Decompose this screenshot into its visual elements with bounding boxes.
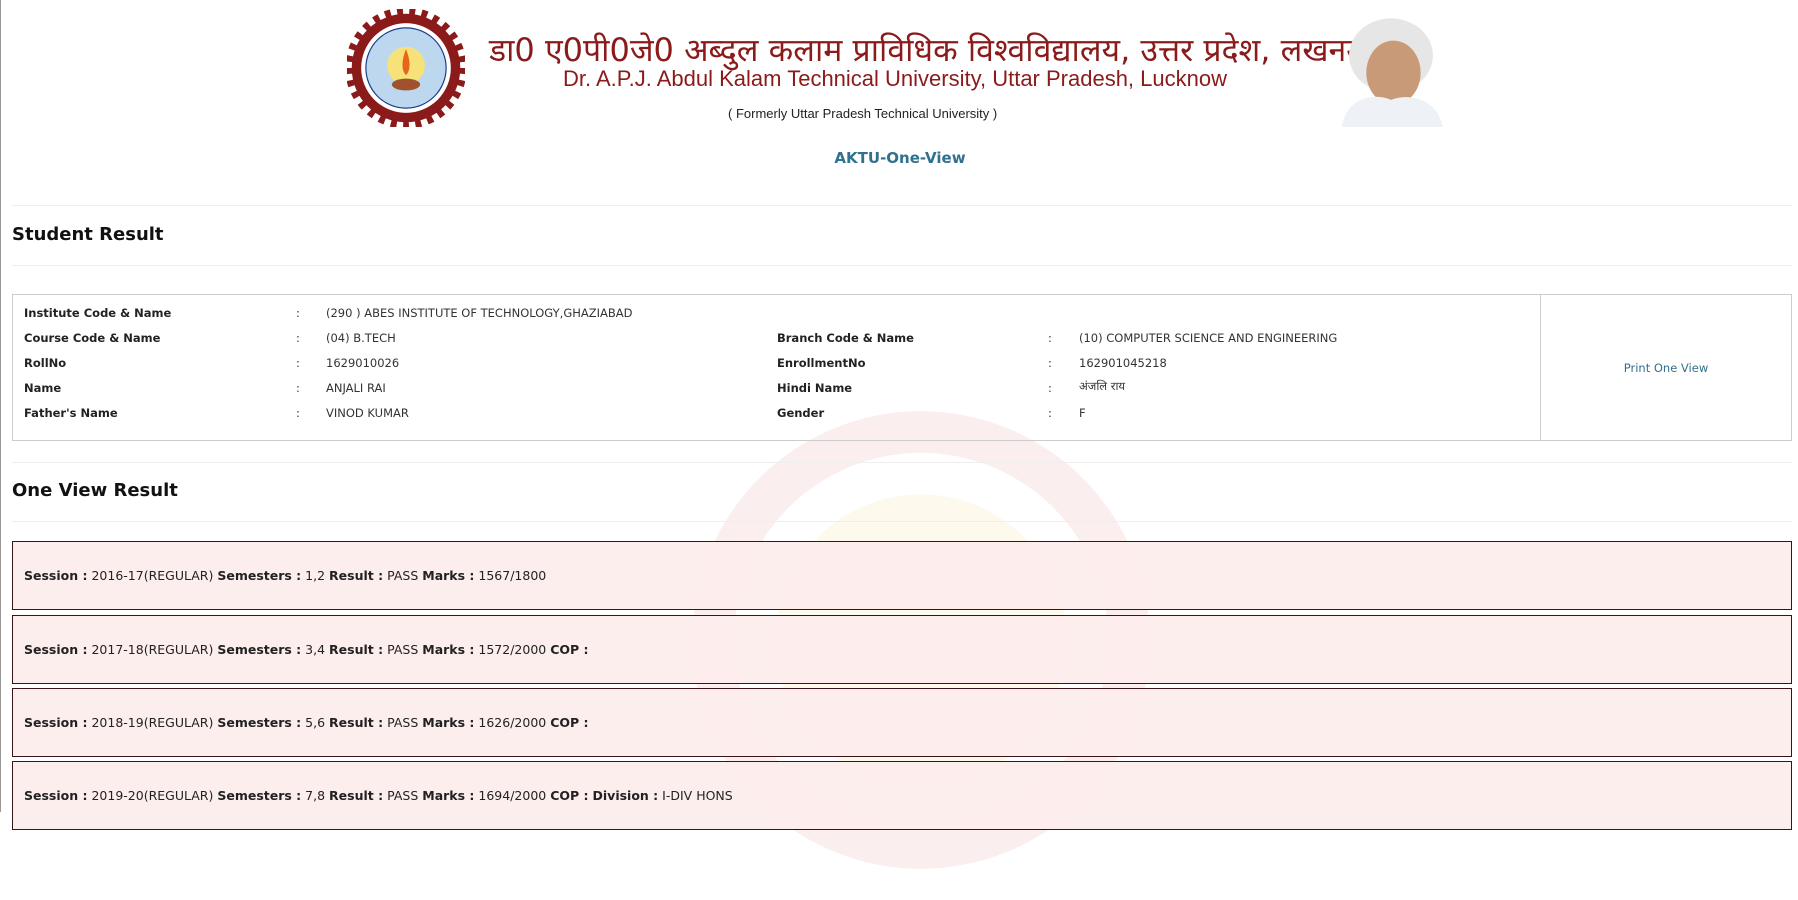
result-label: Result : <box>329 642 384 657</box>
course-label: Course Code & Name <box>24 331 161 345</box>
colon: : <box>1048 381 1052 395</box>
marks-value: 1626/2000 <box>478 715 547 730</box>
branch-value: (10) COMPUTER SCIENCE AND ENGINEERING <box>1079 331 1338 345</box>
result-label: Result : <box>329 788 384 803</box>
marks-value: 1572/2000 <box>478 642 547 657</box>
marks-label: Marks : <box>422 568 475 583</box>
cop-label: COP : <box>550 788 589 803</box>
colon: : <box>1048 331 1052 345</box>
name-value: ANJALI RAI <box>326 381 386 395</box>
rollno-value: 1629010026 <box>326 356 400 370</box>
session-value: 2019-20(REGULAR) <box>91 788 214 803</box>
university-english-title: Dr. A.P.J. Abdul Kalam Technical Univers… <box>563 66 1227 91</box>
marks-label: Marks : <box>422 788 475 803</box>
hindi-name-value: अंजलि राय <box>1079 379 1126 393</box>
marks-label: Marks : <box>422 715 475 730</box>
semesters-value: 3,4 <box>305 642 326 657</box>
gender-value: F <box>1079 406 1086 420</box>
session-result-row: Session : 2018-19(REGULAR) Semesters : 5… <box>12 688 1792 757</box>
marks-value: 1694/2000 <box>478 788 547 803</box>
enrollment-label: EnrollmentNo <box>777 356 866 370</box>
session-value: 2017-18(REGULAR) <box>91 642 214 657</box>
semesters-value: 7,8 <box>305 788 326 803</box>
name-label: Name <box>24 381 62 395</box>
colon: : <box>296 306 300 320</box>
father-label: Father's Name <box>24 406 118 420</box>
semesters-label: Semesters : <box>217 568 302 583</box>
gender-label: Gender <box>777 406 825 420</box>
division-label: Division : <box>592 788 659 803</box>
cop-label: COP : <box>550 642 589 657</box>
cop-label: COP : <box>550 715 589 730</box>
semesters-value: 1,2 <box>305 568 326 583</box>
divider <box>12 462 1792 463</box>
result-value: PASS <box>387 642 419 657</box>
university-hindi-title: डा0 ए0पी0जे0 अब्दुल कलाम प्राविधिक विश्व… <box>489 31 1372 69</box>
result-label: Result : <box>329 715 384 730</box>
university-logo <box>347 9 465 127</box>
course-value: (04) B.TECH <box>326 331 396 345</box>
one-view-result-heading: One View Result <box>12 480 178 501</box>
father-value: VINOD KUMAR <box>326 406 409 420</box>
formerly-note: ( Formerly Uttar Pradesh Technical Unive… <box>728 106 998 121</box>
divider <box>12 521 1792 522</box>
colon: : <box>296 406 300 420</box>
semesters-label: Semesters : <box>217 642 302 657</box>
divider <box>12 205 1792 206</box>
session-label: Session : <box>24 642 88 657</box>
institute-label: Institute Code & Name <box>24 306 172 320</box>
session-label: Session : <box>24 788 88 803</box>
rollno-label: RollNo <box>24 356 67 370</box>
marks-value: 1567/1800 <box>478 568 547 583</box>
result-value: PASS <box>387 715 419 730</box>
session-value: 2018-19(REGULAR) <box>91 715 214 730</box>
enrollment-value: 162901045218 <box>1079 356 1167 370</box>
session-label: Session : <box>24 715 88 730</box>
student-info-table: Institute Code & Name : (290 ) ABES INST… <box>12 294 1792 441</box>
colon: : <box>296 331 300 345</box>
colon: : <box>296 381 300 395</box>
print-one-view-link[interactable]: Print One View <box>1541 361 1791 375</box>
session-result-row: Session : 2019-20(REGULAR) Semesters : 7… <box>12 761 1792 830</box>
division-value: I-DIV HONS <box>662 788 733 803</box>
session-result-row: Session : 2017-18(REGULAR) Semesters : 3… <box>12 615 1792 684</box>
semesters-value: 5,6 <box>305 715 326 730</box>
institute-value: (290 ) ABES INSTITUTE OF TECHNOLOGY,GHAZ… <box>326 306 633 320</box>
aktu-one-view-link[interactable]: AKTU-One-View <box>1 149 1798 167</box>
session-result-row: Session : 2016-17(REGULAR) Semesters : 1… <box>12 541 1792 610</box>
semesters-label: Semesters : <box>217 715 302 730</box>
colon: : <box>1048 406 1052 420</box>
colon: : <box>296 356 300 370</box>
session-value: 2016-17(REGULAR) <box>91 568 214 583</box>
result-label: Result : <box>329 568 384 583</box>
result-value: PASS <box>387 568 419 583</box>
divider <box>12 265 1792 266</box>
aktu-one-view-text[interactable]: AKTU-One-View <box>834 149 965 167</box>
session-label: Session : <box>24 568 88 583</box>
kalam-portrait <box>1341 18 1443 127</box>
result-value: PASS <box>387 788 419 803</box>
hindi-name-label: Hindi Name <box>777 381 853 395</box>
marks-label: Marks : <box>422 642 475 657</box>
semesters-label: Semesters : <box>217 788 302 803</box>
student-result-heading: Student Result <box>12 224 164 245</box>
colon: : <box>1048 356 1052 370</box>
branch-label: Branch Code & Name <box>777 331 914 345</box>
